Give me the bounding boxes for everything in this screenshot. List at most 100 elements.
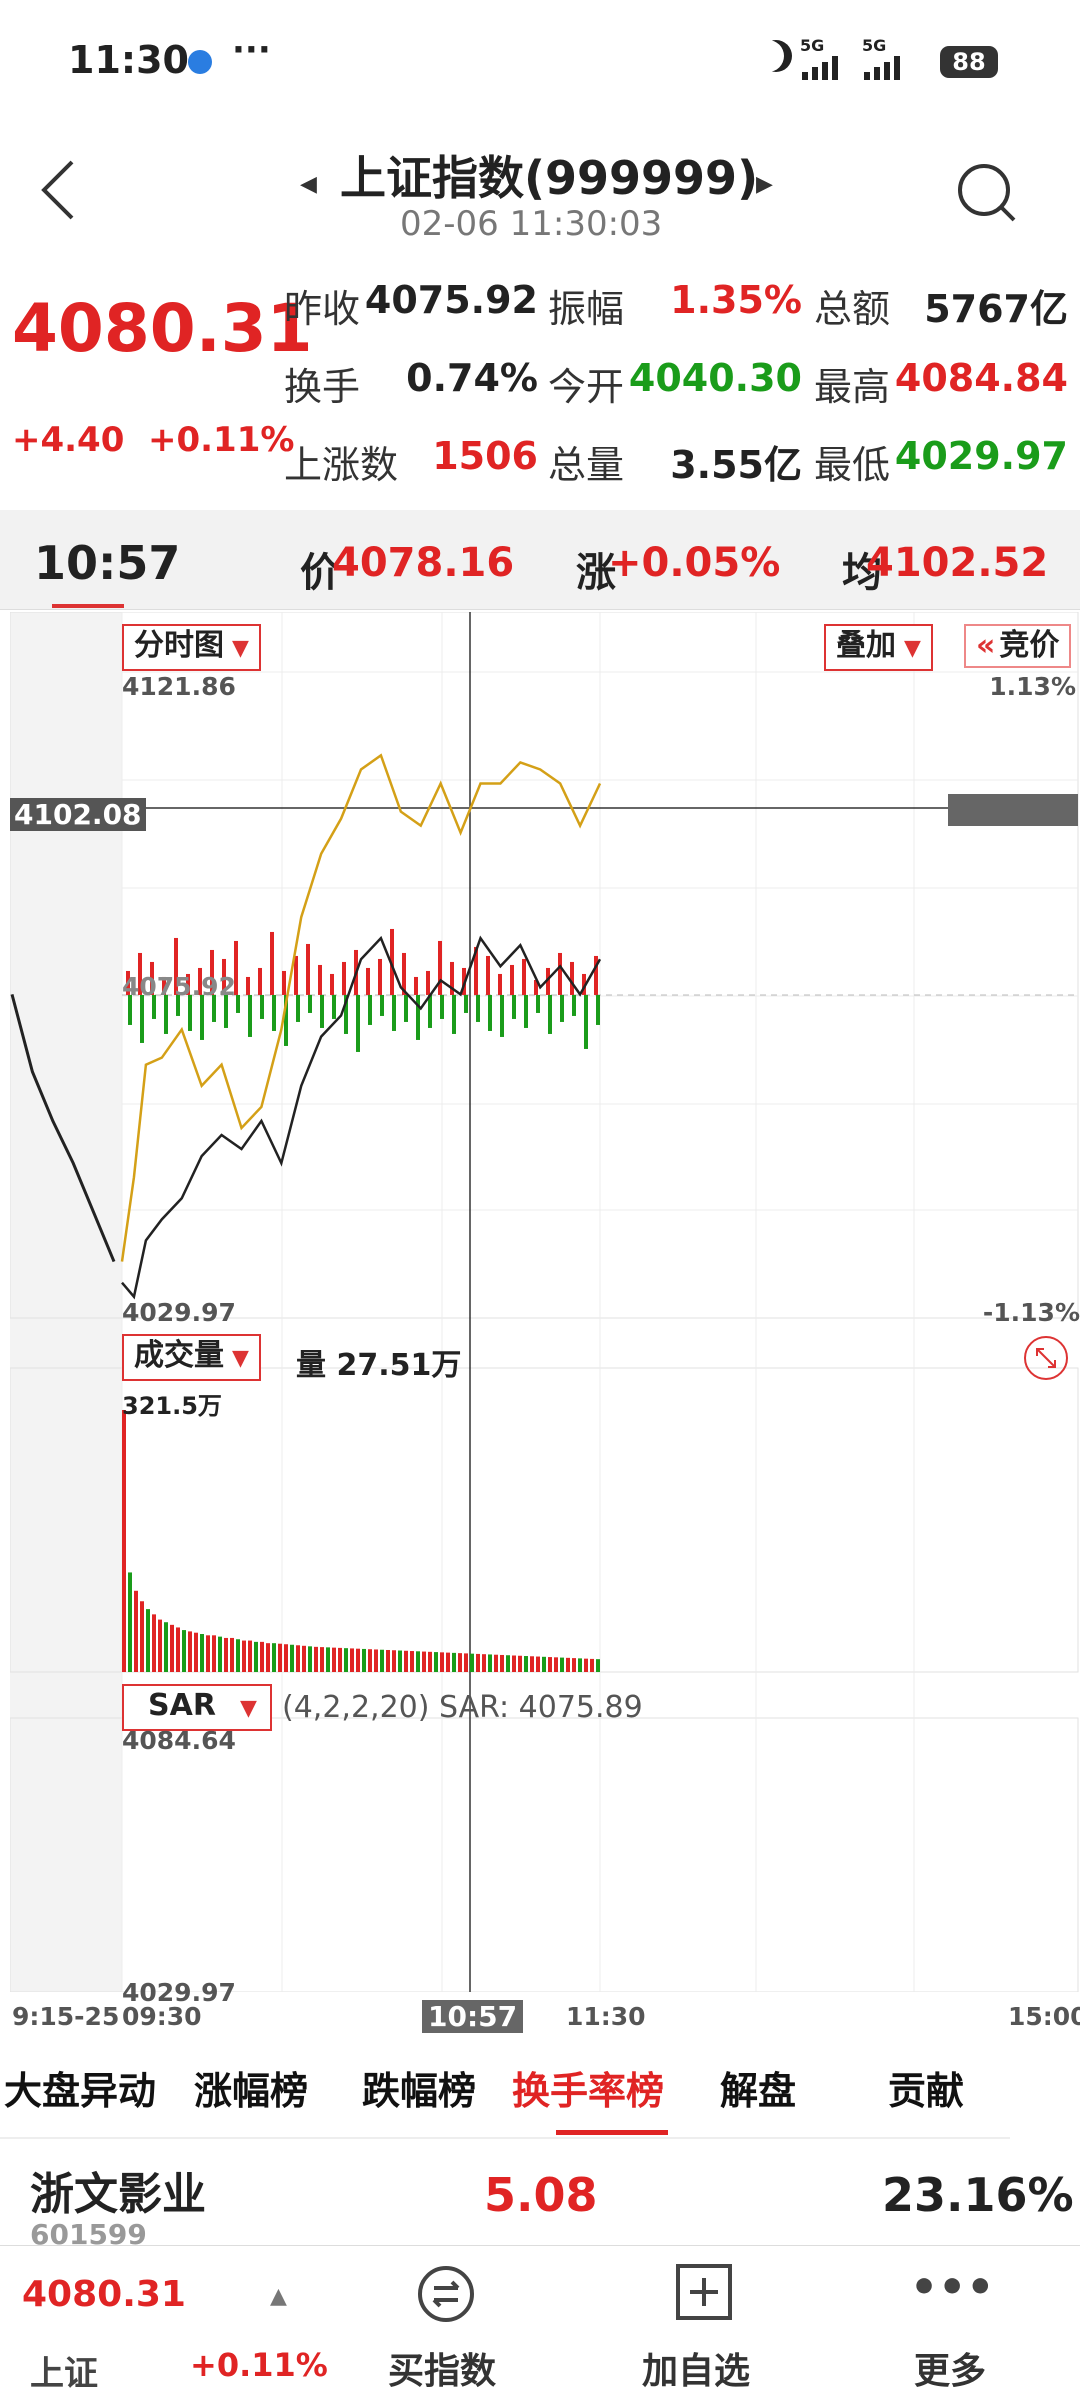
- volume-bar: [176, 1627, 180, 1672]
- volume-dropdown[interactable]: 成交量 ▼: [122, 1334, 261, 1381]
- up-bar: [486, 955, 490, 995]
- current-price: 4080.31: [12, 290, 313, 367]
- volume-bar: [326, 1647, 330, 1672]
- x-tick-crosshair: 10:57: [422, 2000, 524, 2033]
- avg-price-line: [120, 753, 602, 1262]
- volume-bar: [458, 1653, 462, 1672]
- buy-index-label: 买指数: [388, 2351, 497, 2392]
- volume-bar: [392, 1650, 396, 1672]
- volume-bar: [212, 1635, 216, 1672]
- stat-label: 上涨数: [284, 443, 399, 487]
- volume-bar: [188, 1631, 192, 1672]
- volume-bar: [440, 1652, 444, 1672]
- battery-icon: 88: [940, 46, 998, 78]
- up-bar: [558, 952, 562, 995]
- down-bar: [560, 994, 564, 1022]
- expand-up-icon[interactable]: ▲: [270, 2284, 287, 2309]
- stat-value: 1506: [432, 434, 538, 478]
- up-bar: [366, 967, 370, 995]
- crosshair-change: +0.05%: [608, 540, 781, 586]
- up-bar: [306, 943, 310, 995]
- tab-turnover[interactable]: 换手率榜: [512, 2060, 664, 2115]
- more-button[interactable]: ••• 更多: [890, 2262, 1010, 2397]
- crosshair-price-tag: 4102.08: [10, 798, 146, 831]
- crosshair-avg: 4102.52: [866, 540, 1049, 586]
- down-bar: [248, 994, 252, 1037]
- chart-area[interactable]: 分时图 ▼ 叠加 ▼ «竞价 4121.86 4075.92 4029.97 1.1…: [10, 612, 1080, 2007]
- volume-bar: [368, 1649, 372, 1672]
- buy-index-button[interactable]: 买指数: [378, 2262, 518, 2397]
- up-bar: [294, 955, 298, 995]
- volume-bar: [536, 1656, 540, 1672]
- down-bar: [500, 994, 504, 1037]
- down-bar: [236, 994, 240, 1013]
- up-bar: [438, 940, 442, 995]
- volume-bar: [134, 1590, 138, 1672]
- list-item[interactable]: 浙文影业 601599 5.08 23.16%: [0, 2150, 1080, 2251]
- stat-label: 总额: [814, 287, 891, 331]
- volume-bar: [518, 1655, 522, 1672]
- volume-bar: [170, 1624, 174, 1672]
- volume-bar: [578, 1658, 582, 1672]
- y-tick-prev-close: 4075.92: [122, 972, 236, 1001]
- volume-bar: [164, 1622, 168, 1672]
- tab-losers[interactable]: 跌幅榜: [362, 2060, 476, 2115]
- volume-bar: [236, 1639, 240, 1672]
- expand-icon[interactable]: [1022, 1334, 1070, 1386]
- overlay-dropdown[interactable]: 叠加 ▼: [824, 624, 933, 671]
- volume-bar: [566, 1657, 570, 1672]
- volume-bar: [404, 1650, 408, 1672]
- back-button[interactable]: [38, 158, 78, 226]
- panel-border: [10, 1717, 1079, 1992]
- volume-bar: [152, 1614, 156, 1672]
- sar-dropdown[interactable]: SAR ▼: [122, 1684, 272, 1731]
- volume-bar: [356, 1648, 360, 1672]
- status-bar: 11:30 ··· 5G 5G 88: [0, 0, 1080, 130]
- up-bar: [342, 961, 346, 995]
- sar-params: (4,2,2,20) SAR: 4075.89: [282, 1690, 643, 1725]
- signal-icon: [800, 56, 856, 84]
- x-tick-close: 15:00: [1008, 2002, 1080, 2031]
- stat-value: 4029.97: [894, 434, 1068, 478]
- tab-contribution[interactable]: 贡献: [888, 2060, 964, 2115]
- down-bar: [548, 994, 552, 1034]
- tabs-divider: [0, 2137, 1010, 2139]
- volume-bar: [506, 1655, 510, 1672]
- chart-type-dropdown[interactable]: 分时图 ▼: [122, 624, 261, 671]
- down-bar: [476, 994, 480, 1022]
- app-notification-icon: [188, 50, 212, 74]
- quote-datetime: 02-06 11:30:03: [400, 204, 663, 244]
- volume-bar: [290, 1644, 294, 1672]
- add-watchlist-button[interactable]: 加自选: [636, 2262, 776, 2397]
- down-bar: [584, 994, 588, 1049]
- tab-gainers[interactable]: 涨幅榜: [194, 2060, 308, 2115]
- down-bar: [428, 994, 432, 1028]
- next-index-arrow[interactable]: ▶: [756, 172, 773, 197]
- auction-button[interactable]: «竞价: [964, 624, 1072, 668]
- stat-value: 4040.30: [628, 356, 802, 400]
- down-bar: [452, 994, 456, 1034]
- volume-bar: [314, 1646, 318, 1672]
- volume-bar: [200, 1634, 204, 1672]
- down-bar: [524, 994, 528, 1028]
- moon-icon: [760, 40, 792, 72]
- search-icon[interactable]: [954, 160, 1018, 228]
- down-bar: [200, 994, 204, 1040]
- stock-price: 5.08: [484, 2168, 598, 2222]
- volume-bar: [122, 1410, 126, 1672]
- plus-box-icon: [674, 2262, 734, 2326]
- stock-pct: 23.16%: [882, 2168, 1074, 2222]
- tab-market-alerts[interactable]: 大盘异动: [4, 2060, 156, 2115]
- volume-bar: [530, 1656, 534, 1672]
- down-bar: [260, 994, 264, 1019]
- volume-bar: [434, 1652, 438, 1672]
- down-bar: [320, 994, 324, 1028]
- up-bar: [282, 970, 286, 995]
- volume-bar: [140, 1601, 144, 1672]
- volume-bar: [302, 1645, 306, 1672]
- tab-analysis[interactable]: 解盘: [720, 2060, 796, 2115]
- volume-bar: [410, 1651, 414, 1672]
- prev-index-arrow[interactable]: ◀: [300, 172, 317, 197]
- volume-bar: [146, 1609, 150, 1672]
- add-watchlist-label: 加自选: [642, 2351, 751, 2392]
